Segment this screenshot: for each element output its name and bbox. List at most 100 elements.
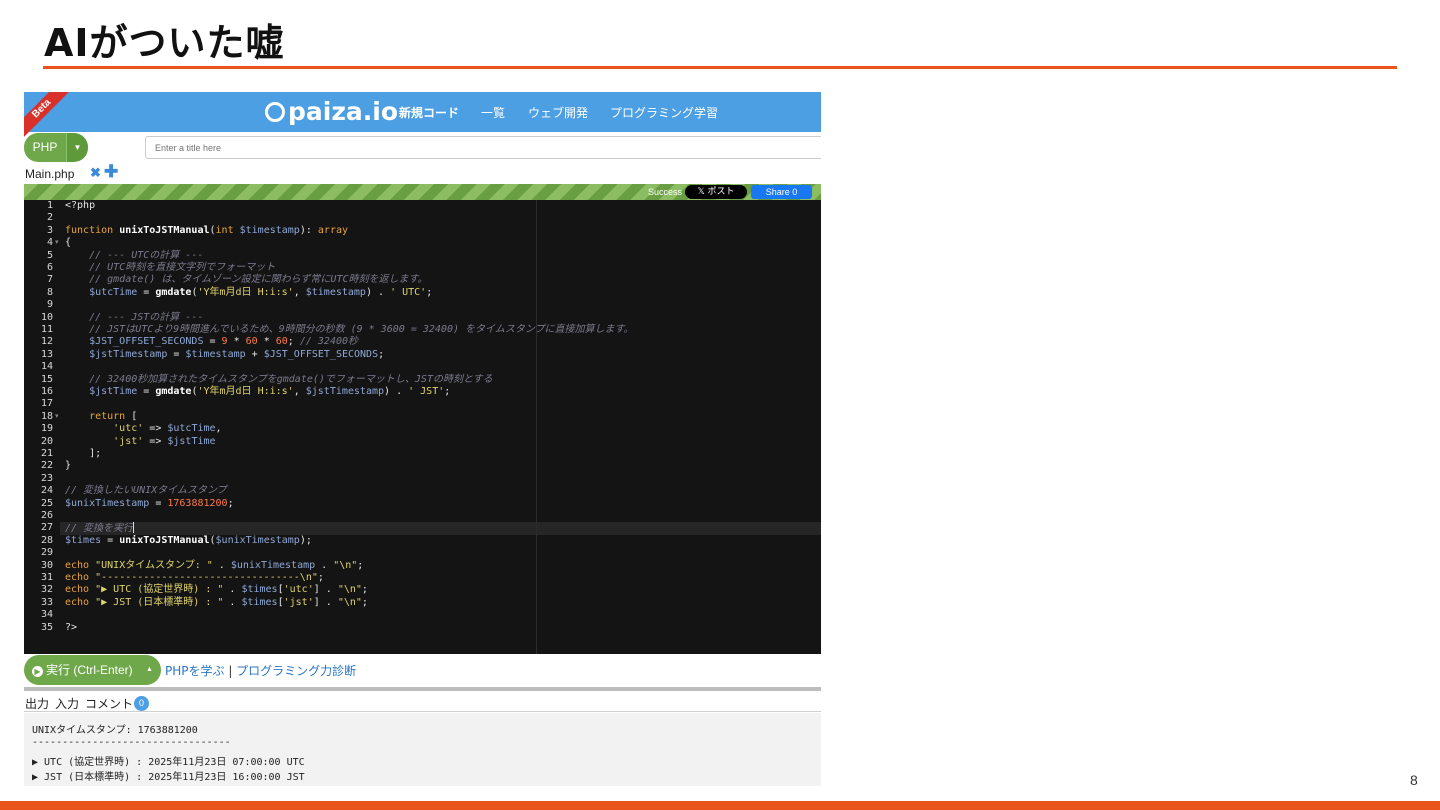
code-token: array (317, 224, 349, 236)
code-token: // --- JSTの計算 --- (65, 311, 204, 323)
code-line: return [ (65, 411, 137, 423)
chevron-up-icon[interactable]: ▲ (146, 655, 153, 685)
code-token: $timestamp (239, 224, 300, 236)
nav-new-code[interactable]: 新規コード (399, 104, 459, 121)
code-token: "\n" (337, 596, 362, 608)
tab-output[interactable]: 出力 (25, 695, 49, 712)
line-number: 31 (40, 572, 53, 583)
line-number: 10 (40, 311, 53, 323)
run-button-label: 実行 (Ctrl-Enter) (46, 663, 133, 677)
code-token: 'jst' (65, 435, 144, 447)
line-number: 11 (40, 324, 53, 335)
code-token: "▶ JST (日本標準時) : " (95, 596, 224, 608)
code-token: 60 (275, 336, 288, 348)
run-links: PHPを学ぶ | プログラミング力診断 (165, 662, 356, 679)
learn-php-link[interactable]: PHPを学ぶ (165, 664, 225, 678)
code-line: echo "UNIXタイムスタンプ: " . $unixTimestamp . … (65, 560, 363, 572)
code-token: // 32400秒 (299, 336, 359, 348)
nav-web-dev[interactable]: ウェブ開発 (528, 104, 588, 121)
paiza-io-screenshot: Beta paiza.io 新規コード 一覧 ウェブ開発 プログラミング学習 P… (24, 92, 821, 786)
line-number: 25 (40, 497, 53, 509)
print-margin (536, 200, 537, 654)
line-number: 20 (40, 435, 53, 447)
tab-input[interactable]: 入力 (55, 695, 79, 712)
code-token: $unixTimestamp (215, 534, 300, 546)
code-token: $unixTimestamp (65, 497, 150, 509)
code-token: 'Y年m月d日 H:i:s' (197, 286, 294, 298)
x-post-button[interactable]: 𝕏 ポスト (685, 185, 747, 199)
code-token: $times (65, 534, 102, 546)
code-token: = (137, 386, 156, 397)
code-token: ]; (65, 448, 102, 459)
code-token: . (223, 596, 242, 608)
code-token: $timestamp (305, 286, 366, 298)
line-number: 5 (46, 249, 53, 261)
line-number: 29 (40, 547, 53, 559)
code-token: echo (65, 559, 96, 571)
code-token: $times (241, 596, 278, 608)
facebook-share-button[interactable]: Share 0 (751, 185, 812, 199)
code-token: 'utc' (283, 584, 314, 596)
fold-arrow-icon[interactable]: ▾ (55, 411, 59, 423)
link-separator: | (224, 664, 237, 678)
nav-list[interactable]: 一覧 (481, 104, 505, 121)
code-token: ) . (365, 286, 391, 298)
code-token: ; (317, 572, 324, 583)
line-number: 30 (40, 559, 53, 571)
comment-count-badge: 0 (134, 696, 149, 711)
code-editor[interactable]: 1 2 3 4 ▾ 5 6 7 8 9 10 11 12 13 14 15 16 17 18 ▾ 19 20 21 22 23 2… (24, 200, 821, 654)
code-token: ] . (313, 584, 338, 596)
language-button[interactable]: PHP (24, 133, 66, 162)
nav-learning[interactable]: プログラミング学習 (610, 104, 718, 121)
title-underline (43, 66, 1397, 69)
code-token: gmdate (155, 286, 192, 298)
code-token: ; (357, 559, 364, 571)
paiza-logo[interactable]: paiza.io (265, 97, 398, 126)
code-token: ; (426, 286, 433, 298)
code-token: = (101, 534, 120, 546)
close-icon[interactable]: ✖ (90, 165, 101, 181)
code-token: return (65, 410, 132, 422)
code-token: $jstTimestamp (65, 348, 168, 360)
code-token: $timestamp (185, 348, 246, 360)
fold-arrow-icon[interactable]: ▾ (55, 237, 59, 249)
line-number: 26 (40, 510, 53, 521)
active-line-highlight (60, 522, 821, 535)
code-line: <?php (65, 200, 95, 212)
line-number: 35 (40, 621, 53, 633)
code-line: ?> (65, 622, 77, 634)
code-token: int (215, 224, 240, 236)
code-token: 'utc' (65, 423, 144, 435)
code-line: // 変換を実行 (65, 522, 135, 535)
code-token: echo (65, 596, 96, 608)
title-input[interactable] (145, 136, 821, 159)
file-tab-main[interactable]: Main.php (25, 167, 74, 181)
skill-check-link[interactable]: プログラミング力診断 (236, 664, 356, 678)
output-line: ▶ UTC (協定世界時) : 2025年11月23日 07:00:00 UTC (32, 757, 305, 768)
logo-text: paiza.io (288, 97, 398, 126)
code-token: ) . (384, 386, 409, 397)
code-line: 'utc' => $utcTime, (65, 423, 222, 435)
code-token: 1763881200 (167, 497, 228, 509)
output-line: ▶ JST (日本標準時) : 2025年11月23日 16:00:00 JST (32, 772, 305, 783)
code-line: $jstTimestamp = $timestamp + $JST_OFFSET… (65, 349, 384, 361)
code-token: , (215, 423, 222, 435)
line-number: 16 (40, 386, 53, 397)
line-number: 19 (40, 423, 53, 435)
chevron-down-icon[interactable]: ▼ (66, 133, 88, 162)
run-button[interactable]: ▶ 実行 (Ctrl-Enter) (24, 655, 161, 685)
code-token: $jstTime (65, 386, 138, 397)
code-token: 'Y年m月d日 H:i:s' (197, 386, 294, 397)
code-line: // JSTはUTCより9時間進んでいるため、9時間分の秒数 (9 * 3600… (65, 324, 634, 336)
tab-comments[interactable]: コメント (85, 695, 133, 712)
code-token: gmdate (155, 386, 192, 397)
status-text: Success (648, 187, 683, 197)
plus-icon[interactable]: ✚ (104, 162, 118, 182)
code-line: function unixToJSTManual(int $timestamp)… (65, 225, 348, 237)
code-token: "UNIXタイムスタンプ: " (95, 559, 213, 571)
line-number: 32 (40, 584, 53, 596)
code-token: // JSTはUTCより9時間進んでいるため、9時間分の秒数 (9 * 3600… (65, 324, 634, 335)
code-token: function (65, 224, 120, 236)
code-line: // gmdate() は、タイムゾーン設定に関わらず常にUTC時刻を返します。 (65, 274, 427, 286)
code-line: // 変換したいUNIXタイムスタンプ (65, 485, 227, 497)
